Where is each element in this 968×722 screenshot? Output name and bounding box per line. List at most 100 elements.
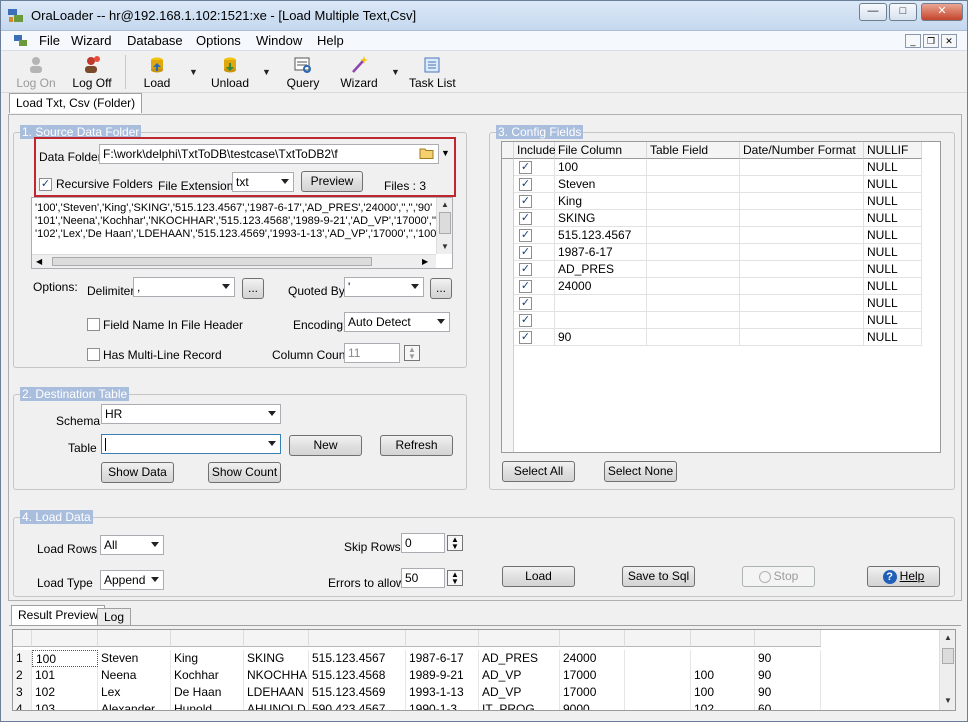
result-cell[interactable]: Kochhar <box>171 667 244 684</box>
preview-vscrollbar[interactable]: ▲ ▼ <box>436 198 452 254</box>
load-dropdown-arrow[interactable]: ▼ <box>189 67 198 77</box>
new-table-button[interactable]: New <box>289 435 362 456</box>
include-cell[interactable]: ✓ <box>514 193 555 210</box>
result-cell[interactable]: 102 <box>691 701 755 710</box>
quoted-by-more-button[interactable]: ... <box>430 278 452 299</box>
delimiter-more-button[interactable]: ... <box>242 278 264 299</box>
result-column-header[interactable] <box>32 630 98 647</box>
include-checkbox[interactable]: ✓ <box>519 178 532 191</box>
file-column-cell[interactable]: King <box>555 193 647 210</box>
result-cell[interactable]: 515.123.4569 <box>309 684 406 701</box>
result-cell[interactable]: 1989-9-21 <box>406 667 479 684</box>
result-column-header[interactable] <box>479 630 560 647</box>
include-checkbox[interactable]: ✓ <box>519 280 532 293</box>
help-button[interactable]: ? Help <box>867 566 940 587</box>
show-data-button[interactable]: Show Data <box>101 462 174 483</box>
result-cell[interactable]: 60 <box>755 701 821 710</box>
result-column-header[interactable] <box>13 630 32 647</box>
close-button[interactable]: ✕ <box>921 3 963 21</box>
nullif-cell[interactable]: NULL <box>864 329 922 346</box>
result-cell[interactable] <box>625 684 691 701</box>
result-cell[interactable]: King <box>171 650 244 667</box>
include-cell[interactable]: ✓ <box>514 278 555 295</box>
include-checkbox[interactable]: ✓ <box>519 195 532 208</box>
column-header-include[interactable]: Include <box>514 142 556 159</box>
file-column-cell[interactable]: 1987-6-17 <box>555 244 647 261</box>
nullif-cell[interactable]: NULL <box>864 210 922 227</box>
file-column-cell[interactable]: 100 <box>555 159 647 176</box>
file-column-cell[interactable]: 24000 <box>555 278 647 295</box>
result-cell[interactable]: IT_PROG <box>479 701 560 710</box>
config-fields-grid[interactable]: Include File Column Table Field Date/Num… <box>501 141 941 453</box>
menu-database[interactable]: Database <box>127 33 183 48</box>
config-row[interactable]: ✓ 24000 NULL <box>502 278 922 295</box>
file-column-cell[interactable]: SKING <box>555 210 647 227</box>
file-column-cell[interactable]: 515.123.4567 <box>555 227 647 244</box>
column-header-table-field[interactable]: Table Field <box>647 142 740 159</box>
include-cell[interactable]: ✓ <box>514 210 555 227</box>
schema-select[interactable]: HR <box>101 404 281 424</box>
multiline-record-checkbox[interactable] <box>87 348 100 361</box>
skip-rows-input[interactable]: 0 <box>401 533 445 553</box>
tab-load-txt-csv[interactable]: Load Txt, Csv (Folder) <box>9 93 143 113</box>
result-cell[interactable]: 90 <box>755 667 821 684</box>
result-cell[interactable]: 90 <box>755 650 821 667</box>
result-column-header[interactable] <box>171 630 244 647</box>
result-cell[interactable]: AHUNOLD <box>244 701 309 710</box>
format-cell[interactable] <box>740 227 864 244</box>
format-cell[interactable] <box>740 244 864 261</box>
result-cell[interactable]: 103 <box>32 701 98 710</box>
result-row-number[interactable]: 4 <box>13 701 32 710</box>
select-all-button[interactable]: Select All <box>502 461 575 482</box>
delimiter-select[interactable]: , <box>133 277 235 297</box>
config-row[interactable]: ✓ NULL <box>502 295 922 312</box>
table-field-cell[interactable] <box>647 193 740 210</box>
result-vscroll-thumb[interactable] <box>942 648 954 664</box>
config-row[interactable]: ✓ NULL <box>502 312 922 329</box>
table-field-cell[interactable] <box>647 278 740 295</box>
result-cell[interactable]: De Haan <box>171 684 244 701</box>
nullif-cell[interactable]: NULL <box>864 261 922 278</box>
table-field-cell[interactable] <box>647 295 740 312</box>
table-field-cell[interactable] <box>647 261 740 278</box>
config-row[interactable]: ✓ SKING NULL <box>502 210 922 227</box>
result-cell[interactable]: 17000 <box>560 684 625 701</box>
include-checkbox[interactable]: ✓ <box>519 246 532 259</box>
table-field-cell[interactable] <box>647 329 740 346</box>
file-column-cell[interactable] <box>555 295 647 312</box>
column-count-spinner[interactable]: ▲ ▼ <box>404 345 420 361</box>
config-row[interactable]: ✓ AD_PRES NULL <box>502 261 922 278</box>
result-vscrollbar[interactable]: ▲ ▼ <box>939 630 955 710</box>
include-cell[interactable]: ✓ <box>514 244 555 261</box>
result-cell[interactable]: Lex <box>98 684 171 701</box>
load-data-button[interactable]: Load <box>502 566 575 587</box>
result-column-header[interactable] <box>98 630 171 647</box>
table-field-cell[interactable] <box>647 210 740 227</box>
result-column-header[interactable] <box>625 630 691 647</box>
result-cell[interactable]: LDEHAAN <box>244 684 309 701</box>
menu-wizard[interactable]: Wizard <box>71 33 111 48</box>
result-cell[interactable]: AD_VP <box>479 667 560 684</box>
format-cell[interactable] <box>740 329 864 346</box>
preview-vscroll-thumb[interactable] <box>439 212 451 234</box>
skip-rows-spinner[interactable]: ▲ ▼ <box>447 535 463 551</box>
table-field-cell[interactable] <box>647 176 740 193</box>
result-cell[interactable]: 24000 <box>560 650 625 667</box>
column-count-input[interactable]: 11 <box>344 343 400 363</box>
file-column-cell[interactable] <box>555 312 647 329</box>
result-cell[interactable]: AD_PRES <box>479 650 560 667</box>
result-column-header[interactable] <box>755 630 821 647</box>
config-row[interactable]: ✓ Steven NULL <box>502 176 922 193</box>
result-cell[interactable]: Alexander <box>98 701 171 710</box>
result-cell[interactable]: SKING <box>244 650 309 667</box>
include-cell[interactable]: ✓ <box>514 159 555 176</box>
format-cell[interactable] <box>740 193 864 210</box>
result-row-number[interactable]: 2 <box>13 667 32 684</box>
table-field-cell[interactable] <box>647 227 740 244</box>
result-column-header[interactable] <box>560 630 625 647</box>
config-row[interactable]: ✓ 90 NULL <box>502 329 922 346</box>
include-cell[interactable]: ✓ <box>514 227 555 244</box>
include-checkbox[interactable]: ✓ <box>519 212 532 225</box>
errors-allow-input[interactable]: 50 <box>401 568 445 588</box>
result-cell[interactable]: 102 <box>32 684 98 701</box>
